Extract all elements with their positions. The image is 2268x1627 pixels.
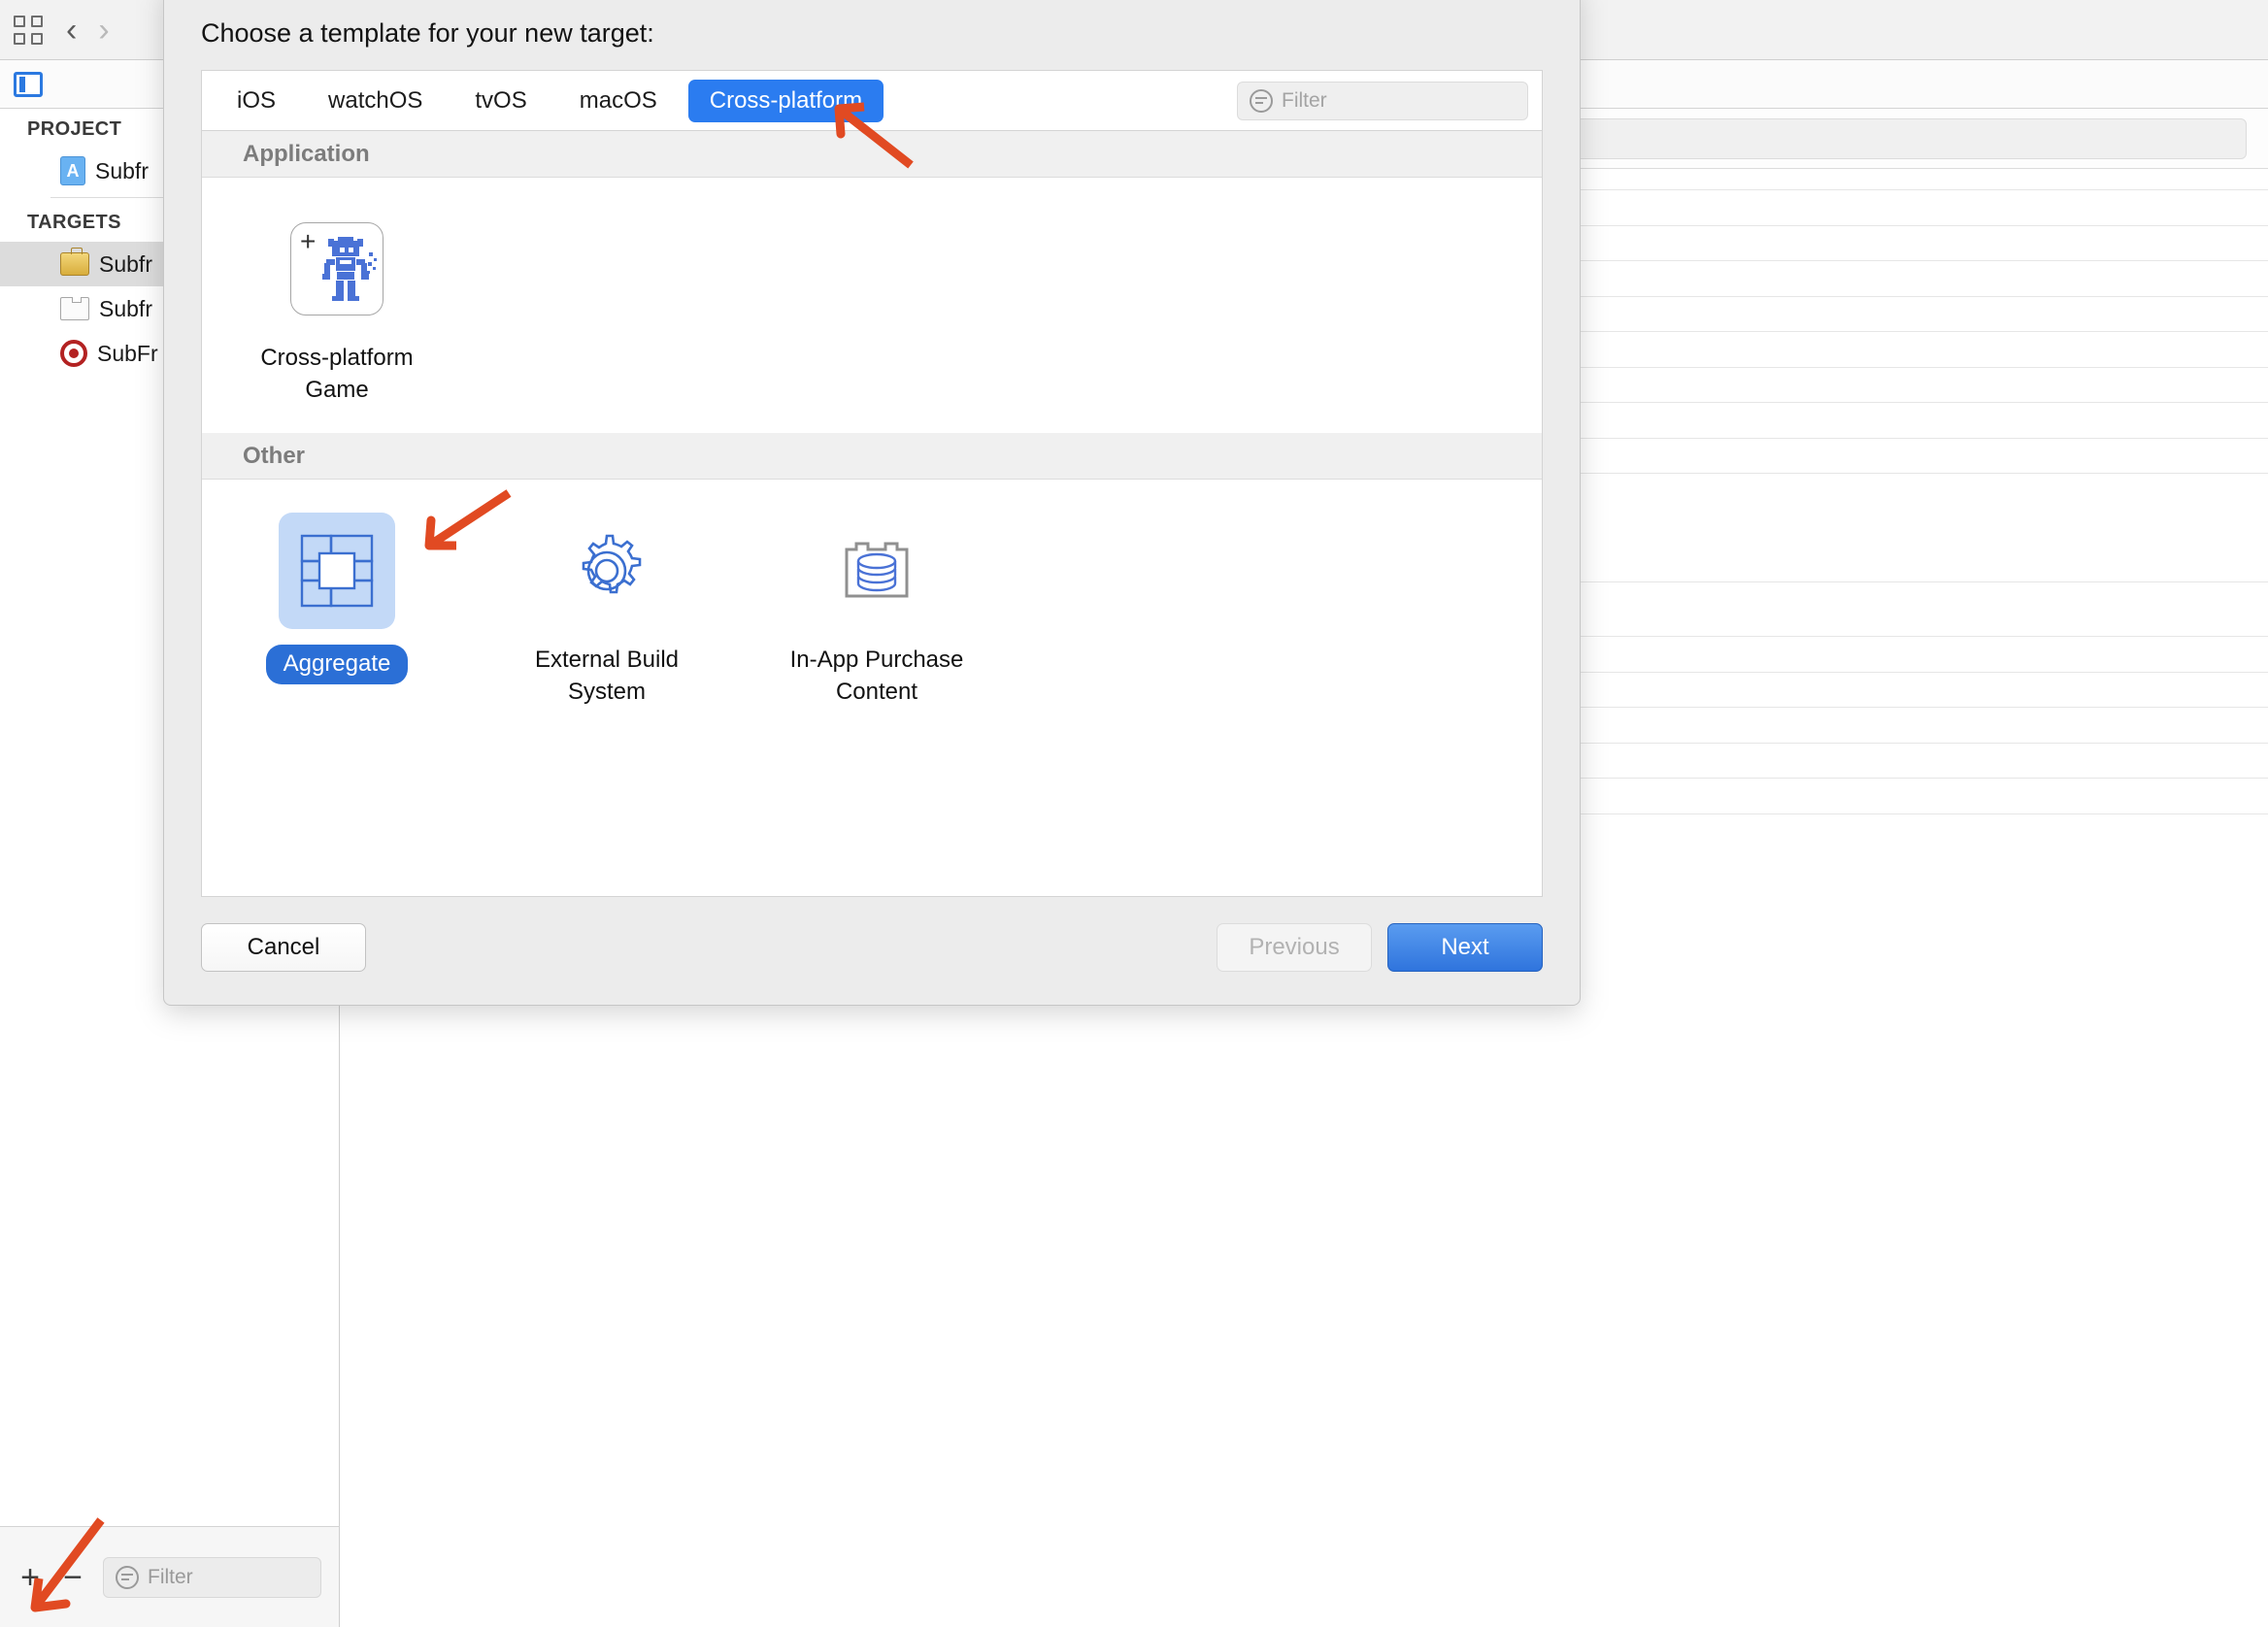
template-grid-other: Aggregate External Build System — [202, 480, 1542, 735]
grid-icon[interactable] — [12, 14, 45, 47]
briefcase-icon — [60, 252, 89, 276]
tab-ios[interactable]: iOS — [216, 80, 297, 122]
filter-icon — [116, 1566, 139, 1589]
sheet-title: Choose a template for your new target: — [164, 0, 1580, 70]
template-list-panel: Application + — [201, 130, 1543, 897]
previous-button: Previous — [1217, 923, 1372, 972]
template-icon-wrapper: + — [279, 211, 395, 327]
template-label: Cross-platform Game — [260, 343, 413, 406]
template-cross-platform-game[interactable]: + — [202, 211, 472, 406]
new-target-template-sheet: Choose a template for your new target: i… — [163, 0, 1581, 1006]
platform-tabs: iOS watchOS tvOS macOS Cross-platform Fi… — [201, 70, 1543, 130]
target-row-label: Subfr — [99, 296, 152, 322]
navigator-filter-placeholder: Filter — [148, 1566, 193, 1589]
template-icon-wrapper — [818, 513, 935, 629]
navigator-filter-input[interactable]: Filter — [103, 1557, 321, 1598]
chevron-right-icon[interactable]: › — [98, 14, 109, 47]
template-icon-wrapper — [549, 513, 665, 629]
template-external-build-system[interactable]: External Build System — [472, 513, 742, 708]
group-header-application: Application — [202, 131, 1542, 178]
box-icon — [60, 297, 89, 320]
template-icon-wrapper — [279, 513, 395, 629]
template-label: External Build System — [535, 645, 679, 708]
template-filter-placeholder: Filter — [1282, 89, 1327, 113]
group-header-other: Other — [202, 433, 1542, 480]
filter-icon — [1250, 89, 1273, 113]
template-grid-application: + — [202, 178, 1542, 433]
target-row-label: Subfr — [99, 251, 152, 278]
game-robot-icon: + — [290, 222, 384, 315]
target-icon — [60, 340, 87, 367]
iap-crate-icon — [835, 532, 918, 610]
chevron-left-icon[interactable]: ‹ — [66, 14, 77, 47]
navigator-footer: + − Filter — [0, 1526, 340, 1627]
template-in-app-purchase-content[interactable]: In-App Purchase Content — [742, 513, 1012, 708]
remove-target-button[interactable]: − — [60, 1561, 85, 1594]
cancel-button[interactable]: Cancel — [201, 923, 366, 972]
project-icon — [60, 156, 85, 185]
tab-cross-platform[interactable]: Cross-platform — [688, 80, 884, 122]
add-target-button[interactable]: + — [17, 1561, 43, 1594]
tab-watchos[interactable]: watchOS — [307, 80, 444, 122]
navigator-panel-icon[interactable] — [14, 72, 43, 97]
template-label: Aggregate — [266, 645, 409, 684]
next-button[interactable]: Next — [1387, 923, 1543, 972]
template-label: In-App Purchase Content — [790, 645, 964, 708]
xcode-window: ‹ › PROJECT Subfr TARGETS Subfr Subfr Su… — [0, 0, 2268, 1627]
gear-icon — [565, 529, 649, 613]
tab-tvos[interactable]: tvOS — [453, 80, 548, 122]
plus-icon: + — [300, 228, 316, 255]
template-aggregate[interactable]: Aggregate — [202, 513, 472, 708]
target-row-label: SubFr — [97, 341, 158, 367]
template-filter-input[interactable]: Filter — [1237, 82, 1528, 120]
aggregate-icon — [297, 531, 377, 611]
sheet-footer: Cancel Previous Next — [164, 890, 1580, 1005]
project-row-label: Subfr — [95, 158, 149, 184]
tab-macos[interactable]: macOS — [558, 80, 679, 122]
